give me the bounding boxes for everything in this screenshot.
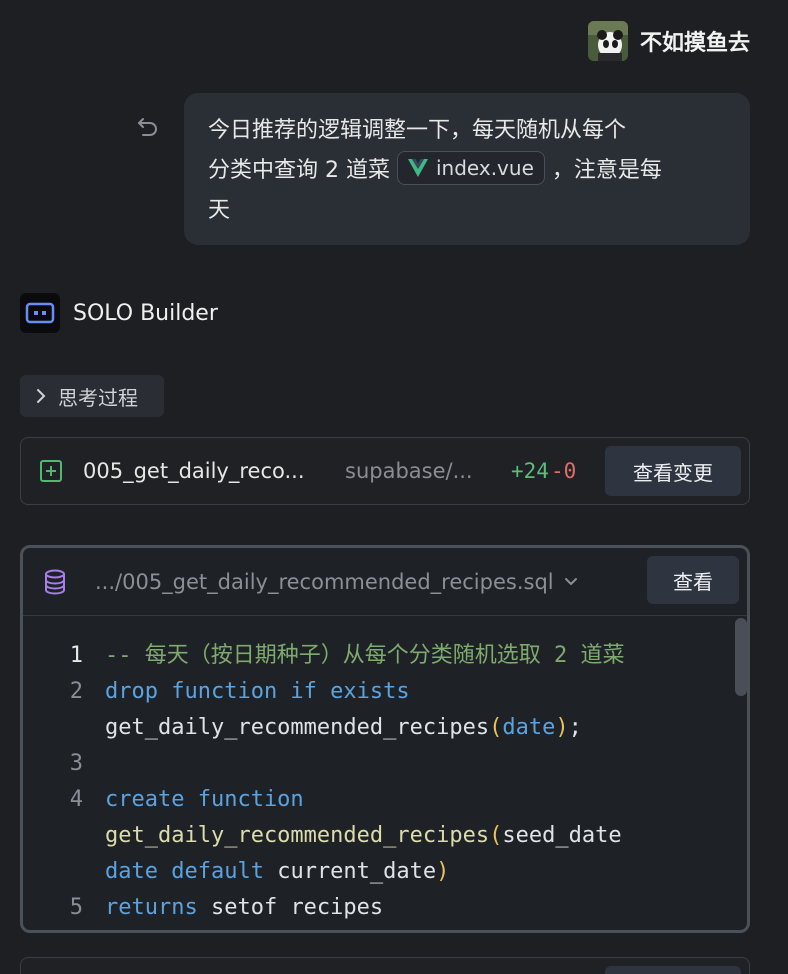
code-line: 4 create function: [23, 782, 747, 818]
code-function: get_daily_recommended_recipes: [105, 823, 490, 848]
code-text: get_daily_recommended_recipes(date);: [105, 710, 582, 746]
code-line: 0 date default current_date): [23, 854, 747, 890]
code-text: date default current_date): [105, 854, 449, 890]
code-text: returns setof recipes: [105, 890, 383, 926]
changed-file-path: supabase/...: [345, 459, 473, 483]
code-keyword: date: [502, 715, 556, 740]
code-line: 5 returns setof recipes: [23, 890, 747, 926]
builder-name: SOLO Builder: [73, 300, 218, 326]
view-file-button[interactable]: 查看: [647, 556, 739, 604]
thinking-label: 思考过程: [58, 385, 138, 410]
view-changes-button[interactable]: 查看变更: [605, 446, 741, 496]
next-card-partial: [20, 957, 750, 974]
file-added-icon: [40, 460, 62, 482]
file-chip-label: index.vue: [435, 156, 534, 180]
chevron-down-icon[interactable]: [564, 577, 578, 587]
code-plain: current_date: [277, 859, 437, 884]
code-preview-card: .../005_get_daily_recommended_recipes.sq…: [20, 545, 750, 933]
code-punct: ;: [568, 715, 582, 740]
code-keyword: create function: [105, 787, 304, 812]
line-number: 2: [69, 679, 83, 704]
chevron-right-icon: [37, 389, 46, 403]
additions-count: +24: [511, 459, 549, 483]
code-paren: (: [489, 715, 503, 740]
code-paren: ): [436, 859, 450, 884]
code-paren: ): [555, 715, 569, 740]
file-change-card: 005_get_daily_reco... supabase/... +24 -…: [20, 437, 750, 505]
code-file-path[interactable]: .../005_get_daily_recommended_recipes.sq…: [95, 570, 554, 594]
line-number: 4: [69, 787, 83, 812]
code-keyword: drop function if exists: [105, 679, 410, 704]
file-chip[interactable]: index.vue: [396, 151, 545, 185]
code-comment: -- 每天（按日期种子）从每个分类随机选取 2 道菜: [105, 643, 625, 668]
code-line: 2 drop function if exists: [23, 674, 747, 710]
user-message-bubble: 今日推荐的逻辑调整一下，每天随机从每个 分类中查询 2 道菜 index.vue …: [184, 93, 750, 245]
code-preview-header: .../005_get_daily_recommended_recipes.sq…: [23, 548, 747, 616]
builder-header: SOLO Builder: [20, 293, 218, 333]
code-function: get_daily_recommended_recipes: [105, 715, 490, 740]
vue-icon: [407, 159, 428, 177]
code-text: get_daily_recommended_recipes(seed_date: [105, 818, 622, 854]
code-keyword: default: [171, 859, 264, 884]
code-line: 0 get_daily_recommended_recipes(seed_dat…: [23, 818, 747, 854]
code-plain: setof recipes: [210, 895, 384, 920]
next-card-button[interactable]: [605, 966, 741, 974]
username: 不如摸鱼去: [639, 31, 750, 56]
database-icon: [45, 569, 65, 595]
line-number: 1: [69, 643, 83, 668]
line-number: 3: [69, 751, 83, 776]
line-number: 5: [69, 895, 83, 920]
code-editor: 1 -- 每天（按日期种子）从每个分类随机选取 2 道菜 2 drop func…: [23, 616, 747, 926]
solo-builder-logo-icon: [20, 293, 60, 333]
code-keyword: date: [105, 859, 158, 884]
undo-icon[interactable]: [134, 114, 162, 142]
code-line: 0 get_daily_recommended_recipes(date);: [23, 710, 747, 746]
changed-file-name[interactable]: 005_get_daily_reco...: [83, 459, 331, 483]
deletions-count: -0: [550, 459, 577, 483]
user-header: 不如摸鱼去: [587, 21, 750, 61]
panda-avatar[interactable]: [587, 21, 628, 61]
code-paren: (: [489, 823, 503, 848]
code-arg: seed_date: [502, 823, 622, 848]
code-line: 1 -- 每天（按日期种子）从每个分类随机选取 2 道菜: [23, 638, 747, 674]
thinking-toggle[interactable]: 思考过程: [20, 375, 164, 417]
code-keyword: returns: [105, 895, 198, 920]
code-line: 3: [23, 746, 747, 782]
code-scrollbar[interactable]: [735, 618, 747, 696]
